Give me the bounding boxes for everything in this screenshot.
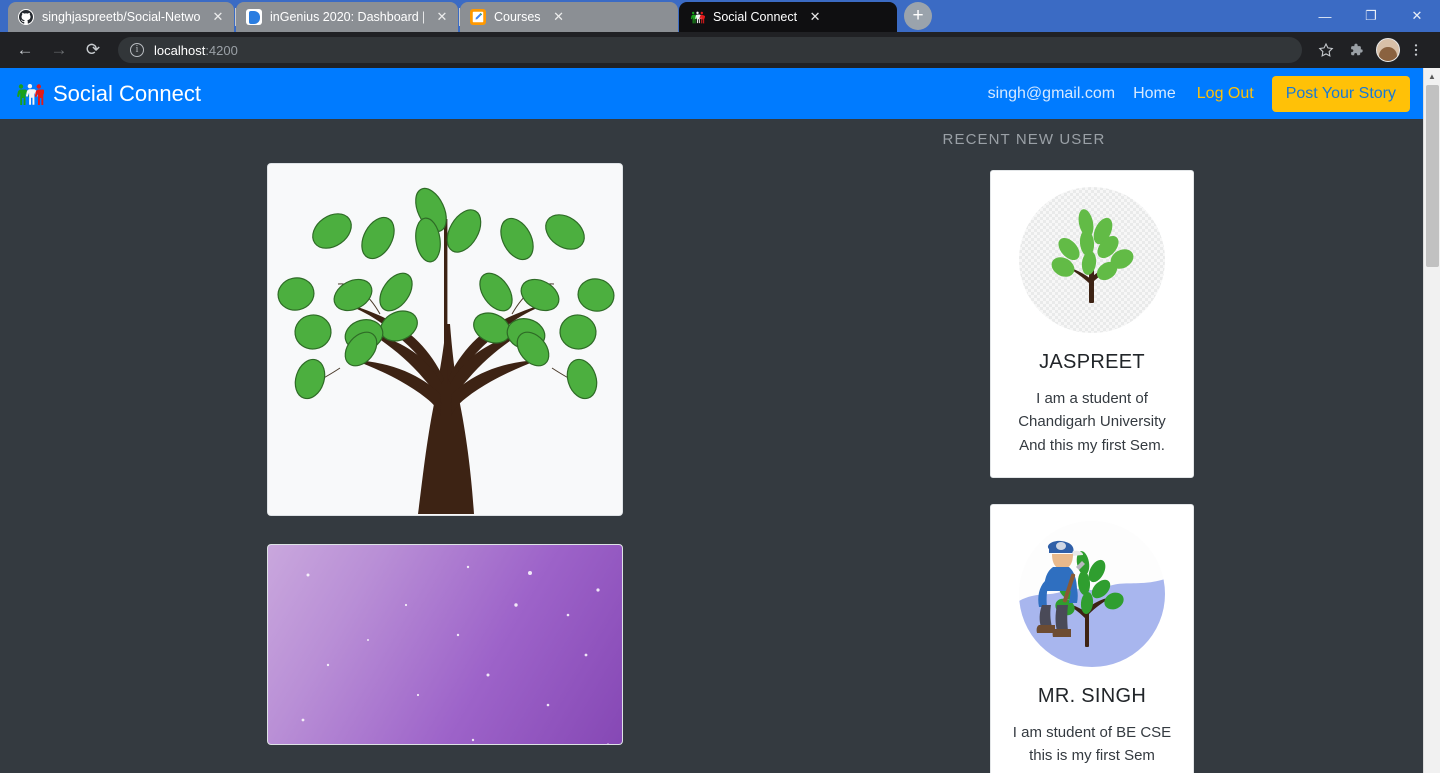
minimize-button[interactable]: — <box>1302 0 1348 32</box>
maximize-button[interactable]: ❐ <box>1348 0 1394 32</box>
tab-close-icon[interactable]: ✕ <box>549 7 569 27</box>
app-nav: singh@gmail.com Home Log Out Post Your S… <box>979 75 1440 112</box>
tab-close-icon[interactable]: ✕ <box>805 7 825 27</box>
page-scrollbar[interactable]: ▲ <box>1423 68 1440 773</box>
github-icon <box>18 9 34 25</box>
url-text: localhost:4200 <box>154 43 238 58</box>
close-window-button[interactable]: ✕ <box>1394 0 1440 32</box>
three-dot-menu-icon[interactable] <box>1402 36 1430 64</box>
post-image-tree-illustration <box>268 164 622 516</box>
address-bar[interactable]: i localhost:4200 <box>118 37 1302 63</box>
recent-users-sidebar: RECENT NEW USER JASPREET I am a student … <box>890 119 1440 773</box>
new-tab-button[interactable]: + <box>904 2 932 30</box>
post-image-purple-galaxy <box>268 545 622 745</box>
people-group-icon <box>16 82 47 106</box>
browser-tab-courses[interactable]: Courses ✕ <box>460 2 678 32</box>
brand[interactable]: Social Connect <box>16 81 201 107</box>
puzzle-icon[interactable] <box>1342 36 1370 64</box>
url-path: :4200 <box>205 42 238 58</box>
reload-button[interactable]: ⟳ <box>78 35 108 65</box>
classroom-pencil-icon <box>470 9 486 25</box>
user-name: MR. SINGH <box>1037 684 1147 707</box>
browser-toolbar: ← → ⟳ i localhost:4200 <box>0 32 1440 68</box>
sapling-plant-icon <box>1019 187 1165 333</box>
social-connect-icon <box>689 9 705 25</box>
tab-close-icon[interactable]: ✕ <box>432 7 452 27</box>
app-header: Social Connect singh@gmail.com Home Log … <box>0 68 1440 119</box>
brand-name: Social Connect <box>53 80 201 106</box>
user-bio: I am student of BE CSE this is my first … <box>1012 723 1172 764</box>
browser-titlebar: singhjaspreetb/Social-Network: T ✕ inGen… <box>0 0 1440 32</box>
ingenius-icon <box>246 9 262 25</box>
scrollbar-thumb[interactable] <box>1426 85 1439 267</box>
star-icon[interactable] <box>1312 36 1340 64</box>
scroll-up-arrow-icon[interactable]: ▲ <box>1424 68 1440 85</box>
tab-title: Social Connect <box>713 10 798 24</box>
avatar <box>1379 47 1397 61</box>
page-viewport: Social Connect singh@gmail.com Home Log … <box>0 68 1440 773</box>
tab-title: singhjaspreetb/Social-Network: T <box>42 10 200 24</box>
tab-strip: singhjaspreetb/Social-Network: T ✕ inGen… <box>0 0 1302 32</box>
nav-logout-link[interactable]: Log Out <box>1185 85 1266 103</box>
browser-window: singhjaspreetb/Social-Network: T ✕ inGen… <box>0 0 1440 773</box>
user-card[interactable]: JASPREET I am a student of Chandigarh Un… <box>990 170 1194 478</box>
nav-user-email[interactable]: singh@gmail.com <box>979 85 1124 103</box>
url-host: localhost <box>154 42 206 58</box>
page-content: INDIA good by:- lalit 3 0 <box>0 119 1440 773</box>
tab-title: inGenius 2020: Dashboard | Devl <box>270 10 424 24</box>
tab-title: Courses <box>494 10 541 24</box>
user-bio: I am a student of Chandigarh University … <box>1018 390 1166 454</box>
profile-avatar[interactable] <box>1376 38 1400 62</box>
user-card[interactable]: MR. SINGH I am student of BE CSE this is… <box>990 503 1194 773</box>
person-planting-tree-icon <box>1019 520 1165 667</box>
user-name: JASPREET <box>1039 351 1145 373</box>
info-icon[interactable]: i <box>130 43 144 57</box>
tab-close-icon[interactable]: ✕ <box>208 7 228 27</box>
browser-tab-ingenius[interactable]: inGenius 2020: Dashboard | Devl ✕ <box>236 2 458 32</box>
post-your-story-button[interactable]: Post Your Story <box>1271 75 1410 112</box>
window-controls: — ❐ ✕ <box>1302 0 1440 32</box>
back-button[interactable]: ← <box>10 35 40 65</box>
post-feed: INDIA good by:- lalit 3 0 <box>0 119 890 773</box>
nav-home-link[interactable]: Home <box>1124 85 1185 103</box>
post-card <box>267 544 623 745</box>
browser-tab-social-connect[interactable]: Social Connect ✕ <box>679 2 897 32</box>
post-card: INDIA good by:- lalit 3 0 <box>267 163 623 517</box>
browser-tab-github[interactable]: singhjaspreetb/Social-Network: T ✕ <box>8 2 234 32</box>
forward-button[interactable]: → <box>44 35 74 65</box>
sidebar-heading: RECENT NEW USER <box>942 131 1106 148</box>
